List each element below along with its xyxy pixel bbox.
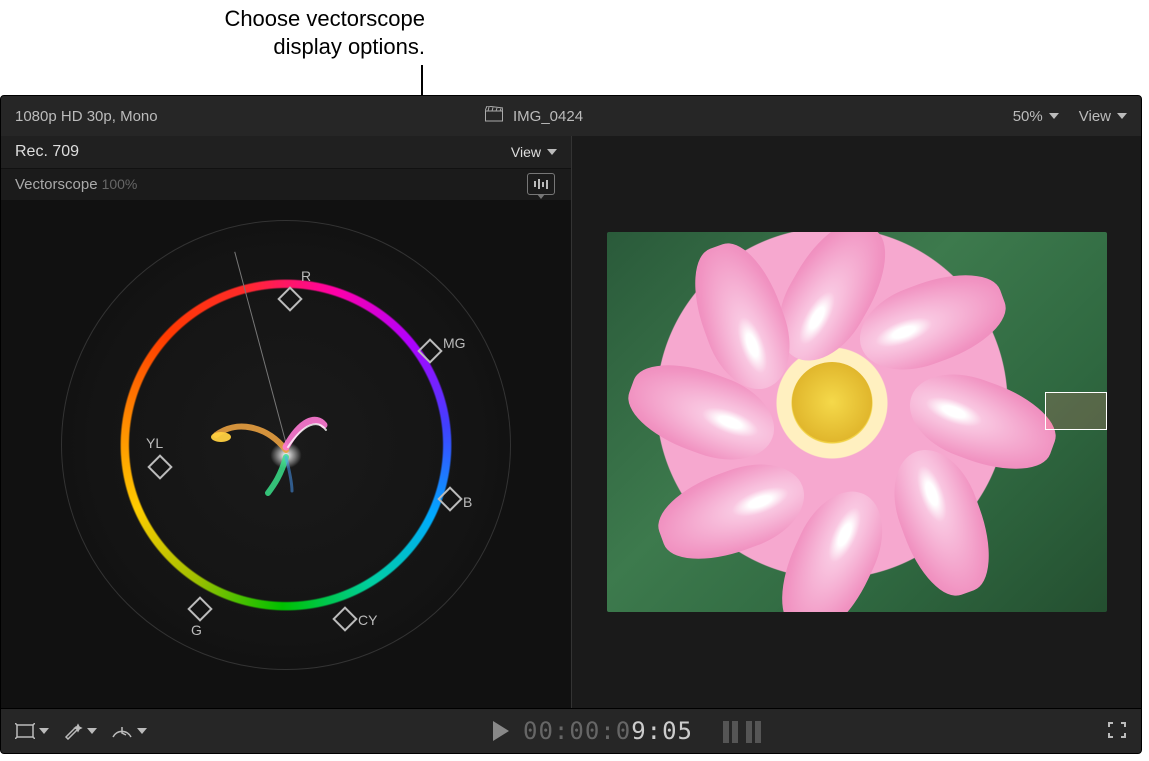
scope-header: Vectorscope 100% (1, 168, 571, 200)
audio-meters[interactable] (723, 719, 761, 743)
play-button[interactable] (493, 721, 509, 741)
viewer-view-menu[interactable]: View (1079, 108, 1127, 125)
vectorscope: R MG B CY G YL (51, 210, 521, 680)
enhance-tool[interactable] (63, 722, 97, 740)
callout-text: Choose vectorscope display options. (180, 5, 425, 65)
selection-overlay[interactable] (1045, 392, 1107, 430)
vectorscope-trace (186, 365, 386, 525)
clapper-icon (485, 106, 503, 126)
timecode-dim: 00:00:0 (523, 717, 631, 745)
target-magenta-label: MG (443, 335, 466, 351)
vectorscope-panel: R MG B CY G YL (1, 200, 571, 708)
target-cyan-label: CY (358, 612, 377, 628)
target-red-label: R (301, 268, 311, 284)
view-label: View (1079, 108, 1111, 125)
chevron-down-icon (547, 149, 557, 155)
view-label: View (511, 144, 541, 160)
scopes-sub-bar: Rec. 709 View (1, 136, 571, 169)
clip-name-text: IMG_0424 (513, 108, 583, 125)
chevron-down-icon (1117, 113, 1127, 119)
scope-name: Vectorscope (1, 176, 98, 193)
fullscreen-button[interactable] (1107, 721, 1127, 742)
vectorscope-options-button[interactable] (527, 173, 555, 195)
target-blue-label: B (463, 494, 472, 510)
target-green-label: G (191, 622, 202, 638)
scopes-view-menu[interactable]: View (511, 144, 557, 160)
chevron-down-icon (87, 728, 97, 734)
timecode-display[interactable]: 00:00:09:05 (523, 717, 693, 745)
scope-scale: 100% (102, 176, 138, 192)
clip-name: IMG_0424 (485, 106, 583, 126)
viewer-panel (571, 136, 1142, 708)
timecode-highlight: 9:05 (631, 717, 693, 745)
chevron-down-icon (1049, 113, 1059, 119)
app-window: 1080p HD 30p, Mono IMG_0424 50% View Rec… (0, 95, 1142, 754)
zoom-value: 50% (1013, 108, 1043, 125)
format-label: 1080p HD 30p, Mono (1, 108, 485, 125)
chevron-down-icon (39, 728, 49, 734)
chevron-down-icon (137, 728, 147, 734)
color-space-menu[interactable]: Rec. 709 (1, 143, 511, 161)
retime-tool[interactable] (111, 723, 147, 739)
viewer-image (607, 232, 1107, 612)
target-yellow-label: YL (146, 435, 163, 451)
viewer-top-bar: 1080p HD 30p, Mono IMG_0424 50% View (1, 96, 1141, 137)
toolbar-bottom: 00:00:09:05 (1, 708, 1141, 753)
transform-tool[interactable] (15, 723, 49, 739)
zoom-menu[interactable]: 50% (1013, 108, 1059, 125)
